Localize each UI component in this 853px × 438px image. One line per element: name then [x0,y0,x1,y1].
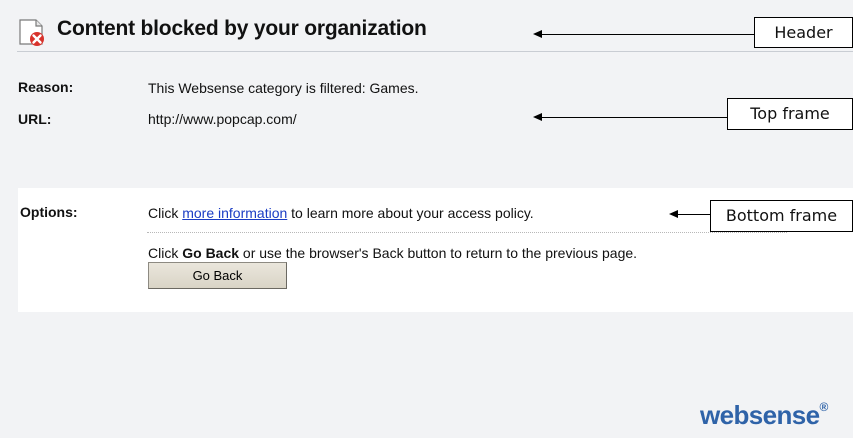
more-info-line: Click more information to learn more abo… [148,205,534,221]
url-value: http://www.popcap.com/ [148,111,297,127]
websense-logo: websense® [700,400,828,431]
go-back-button[interactable]: Go Back [148,262,287,289]
header-arrow-line [541,34,755,35]
header-divider [17,51,853,52]
header-callout: Header [754,17,853,48]
bottom-frame-callout: Bottom frame [710,200,853,232]
go-back-suffix: or use the browser's Back button to retu… [239,245,638,261]
top-frame-callout: Top frame [727,98,853,130]
url-label: URL: [18,111,52,127]
logo-sense: sense [748,400,820,430]
go-back-line: Click Go Back or use the browser's Back … [148,245,637,261]
reason-value: This Websense category is filtered: Game… [148,80,419,96]
reason-label: Reason: [18,79,74,95]
blocked-page-icon [19,19,44,46]
options-divider [147,232,787,233]
options-label: Options: [20,204,78,220]
logo-web: web [700,400,749,430]
top-frame-arrow-line [541,117,728,118]
more-info-suffix: to learn more about your access policy. [287,205,534,221]
go-back-prefix: Click [148,245,183,261]
page-title: Content blocked by your organization [57,17,427,40]
more-info-prefix: Click [148,205,183,221]
go-back-bold-text: Go Back [182,245,240,261]
more-information-link[interactable]: more information [182,205,287,221]
logo-registered-mark: ® [819,400,829,414]
bottom-frame-arrow-line [677,214,711,215]
